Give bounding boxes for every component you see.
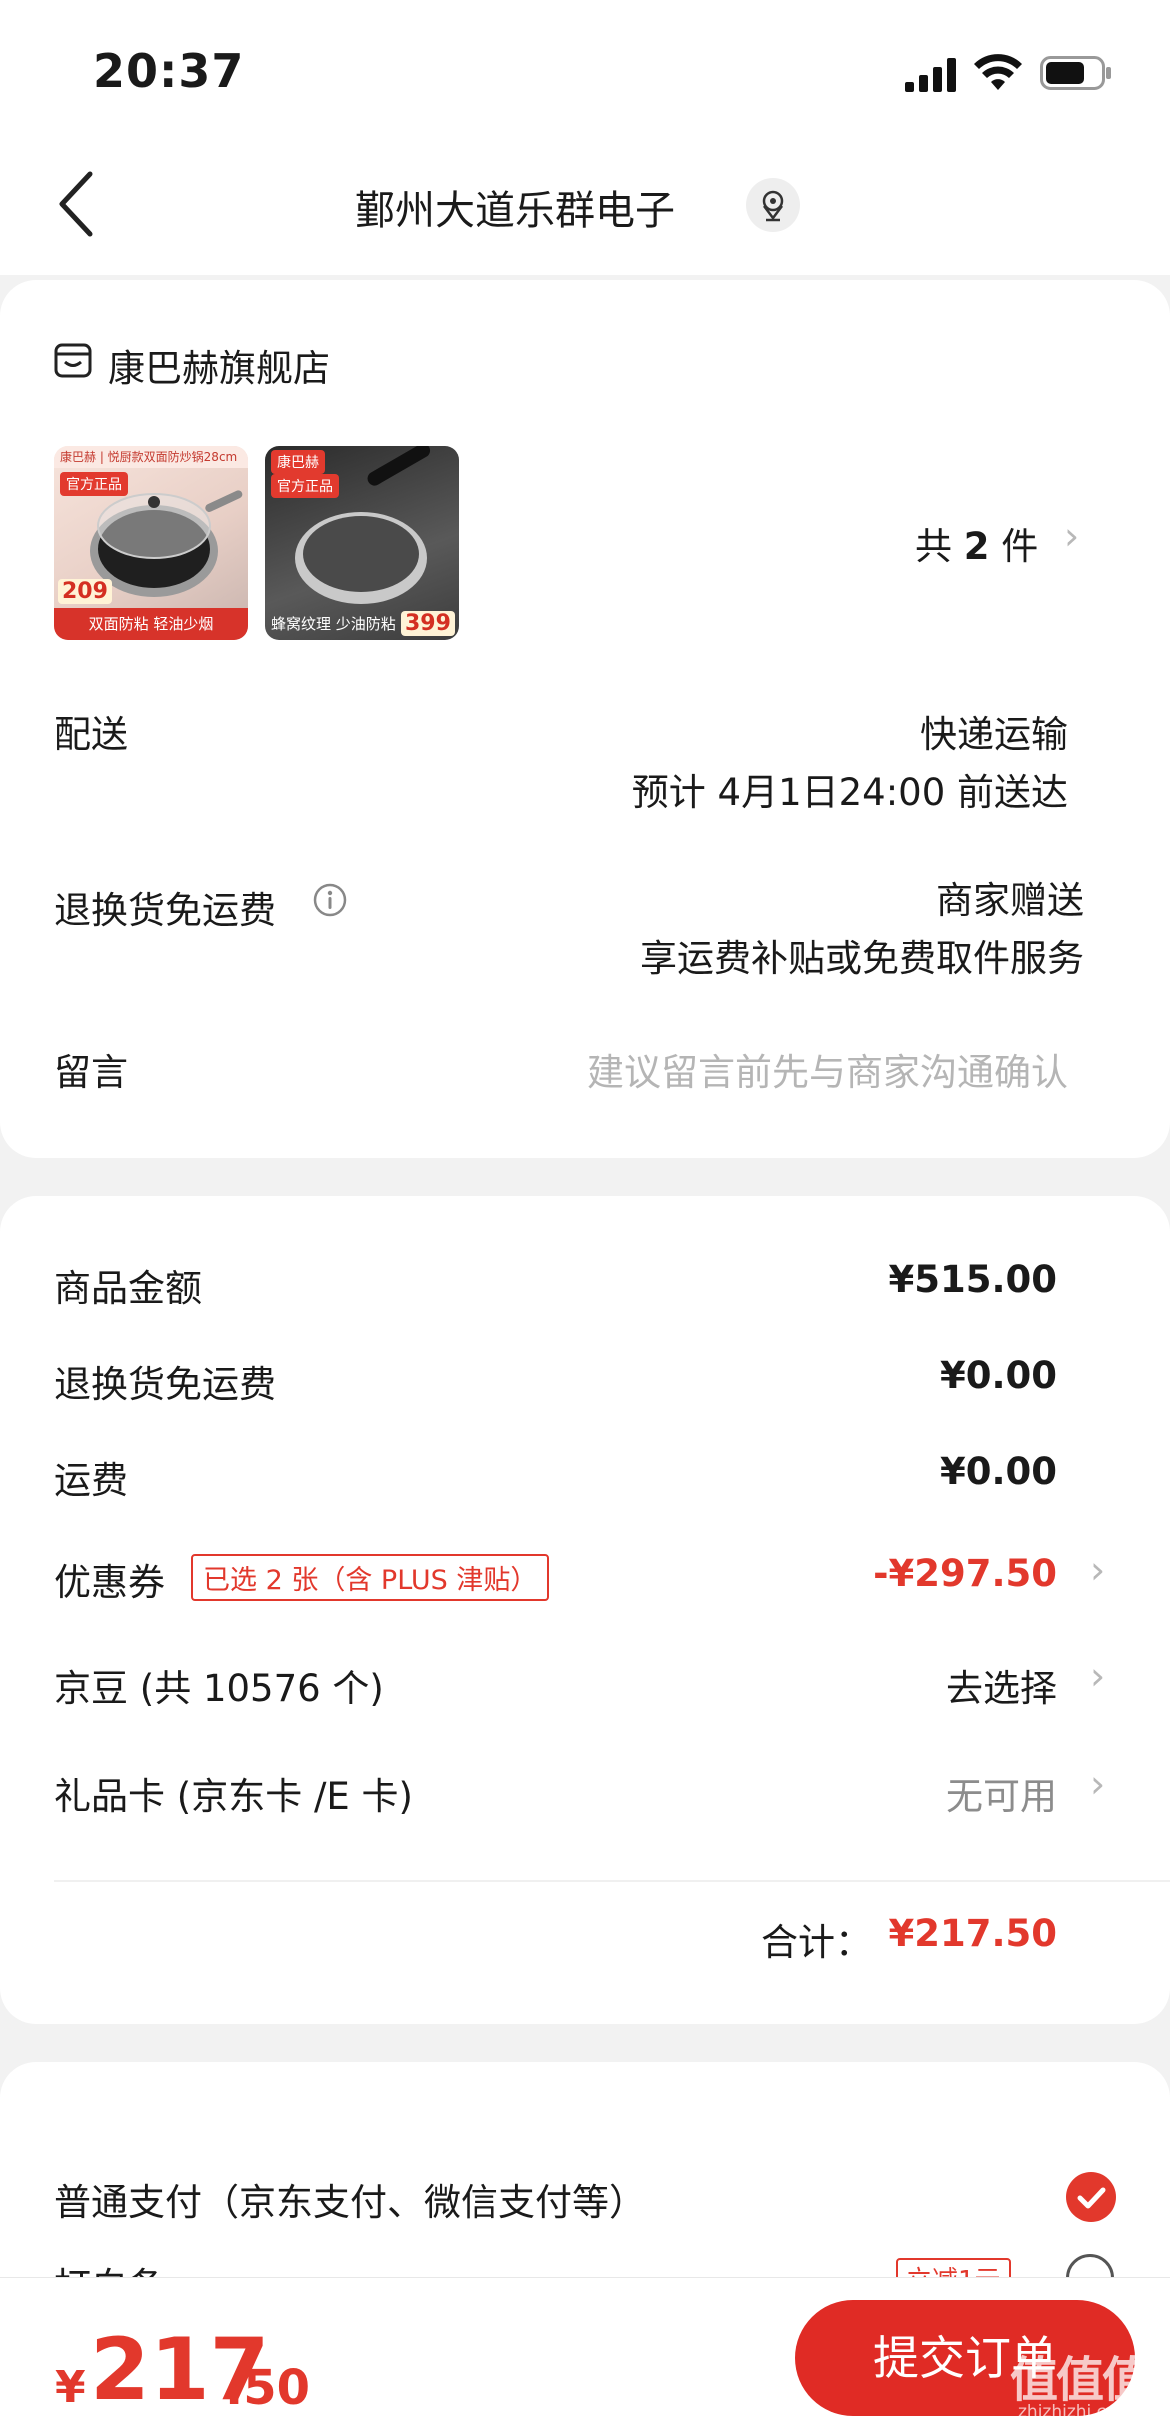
- return-shipping-value: 商家赠送: [936, 879, 1084, 922]
- jingdou-label: 京豆 (共 10576 个): [54, 1667, 384, 1710]
- item-count-suffix: 件: [1001, 525, 1039, 568]
- item-count[interactable]: 共 2 件: [915, 516, 1038, 570]
- giftcard-label: 礼品卡 (京东卡 /E 卡): [54, 1775, 413, 1818]
- cellular-signal-icon: [905, 58, 956, 92]
- delivery-label: 配送: [54, 713, 128, 756]
- wifi-icon: [974, 54, 1022, 90]
- chevron-right-icon[interactable]: ›: [1090, 1762, 1105, 1806]
- product-thumbnail[interactable]: 康巴赫 | 悦厨款双面防炒锅28cm 官方正品 209 双面防粘 轻油少烟: [54, 446, 248, 640]
- delivery-eta: 预计 4月1日24:00 前送达: [631, 771, 1068, 814]
- item-count-prefix: 共: [915, 525, 952, 568]
- thumb-caption: 蜂窝纹理 少油防粘: [271, 615, 396, 633]
- back-chevron-icon[interactable]: [52, 168, 102, 240]
- return-fee-value: ¥0.00: [939, 1354, 1057, 1397]
- shop-name[interactable]: 康巴赫旗舰店: [108, 338, 330, 392]
- coupon-tag[interactable]: 已选 2 张（含 PLUS 津贴）: [191, 1554, 550, 1601]
- payment-option-normal[interactable]: 普通支付（京东支付、微信支付等）: [54, 2172, 646, 2226]
- chevron-right-icon[interactable]: ›: [1090, 1548, 1105, 1592]
- giftcard-value[interactable]: 无可用: [946, 1766, 1057, 1820]
- item-count-number: 2: [963, 525, 990, 568]
- pay-currency: ¥: [55, 2362, 86, 2413]
- checkmark-icon[interactable]: [1066, 2172, 1116, 2222]
- divider: [54, 1880, 1170, 1882]
- store-icon: [54, 343, 92, 378]
- total-label: 合计：: [761, 1921, 872, 1964]
- return-shipping-desc: 享运费补贴或免费取件服务: [640, 937, 1084, 980]
- top-area: 20:37 鄞州大道乐群电子: [0, 0, 1170, 275]
- thumb-caption: 双面防粘 轻油少烟: [54, 608, 248, 640]
- watermark-url: zhizhizhi.com: [1018, 2402, 1133, 2422]
- order-items-card: 康巴赫旗舰店 康巴赫 | 悦厨款双面防炒锅28cm 官方正品 209 双面防粘 …: [0, 280, 1170, 1158]
- coupon-label: 优惠券: [54, 1561, 165, 1604]
- product-thumbnail[interactable]: 康巴赫 官方正品 399 蜂窝纹理 少油防粘: [265, 446, 459, 640]
- location-button[interactable]: [746, 178, 800, 232]
- price-summary-card: 商品金额 ¥515.00 退换货免运费 ¥0.00 运费 ¥0.00 优惠券 已…: [0, 1196, 1170, 2024]
- chevron-right-icon[interactable]: ›: [1090, 1654, 1105, 1698]
- coupon-value[interactable]: -¥297.50: [873, 1552, 1057, 1595]
- return-shipping-label: 退换货免运费: [54, 889, 276, 932]
- delivery-method[interactable]: 快递运输: [920, 704, 1068, 758]
- total-value: ¥217.50: [888, 1912, 1057, 1955]
- message-label: 留言: [54, 1051, 128, 1094]
- status-time: 20:37: [93, 44, 245, 98]
- chevron-right-icon[interactable]: ›: [1064, 514, 1079, 558]
- location-pin-icon: [762, 190, 784, 222]
- return-fee-label: 退换货免运费: [54, 1363, 276, 1406]
- info-icon[interactable]: [312, 882, 348, 918]
- pay-amount-decimal: .50: [225, 2360, 311, 2416]
- jingdou-value[interactable]: 去选择: [946, 1658, 1057, 1712]
- goods-amount-label: 商品金额: [54, 1267, 202, 1310]
- check-icon: [1077, 2187, 1106, 2209]
- message-input[interactable]: 建议留言前先与商家沟通确认: [587, 1042, 1068, 1096]
- thumb-price: 399: [401, 611, 455, 636]
- shipping-fee-label: 运费: [54, 1459, 128, 1502]
- page-title: 鄞州大道乐群电子: [355, 188, 675, 234]
- watermark-logo: 值值值: [1010, 2352, 1150, 2408]
- bottom-bar: ¥ 217 .50 提交订单 值值值 zhizhizhi.com: [0, 2277, 1170, 2431]
- goods-amount-value: ¥515.00: [888, 1258, 1057, 1301]
- shipping-fee-value: ¥0.00: [939, 1450, 1057, 1493]
- battery-icon: [1040, 56, 1111, 90]
- thumb-price: 209: [58, 579, 112, 604]
